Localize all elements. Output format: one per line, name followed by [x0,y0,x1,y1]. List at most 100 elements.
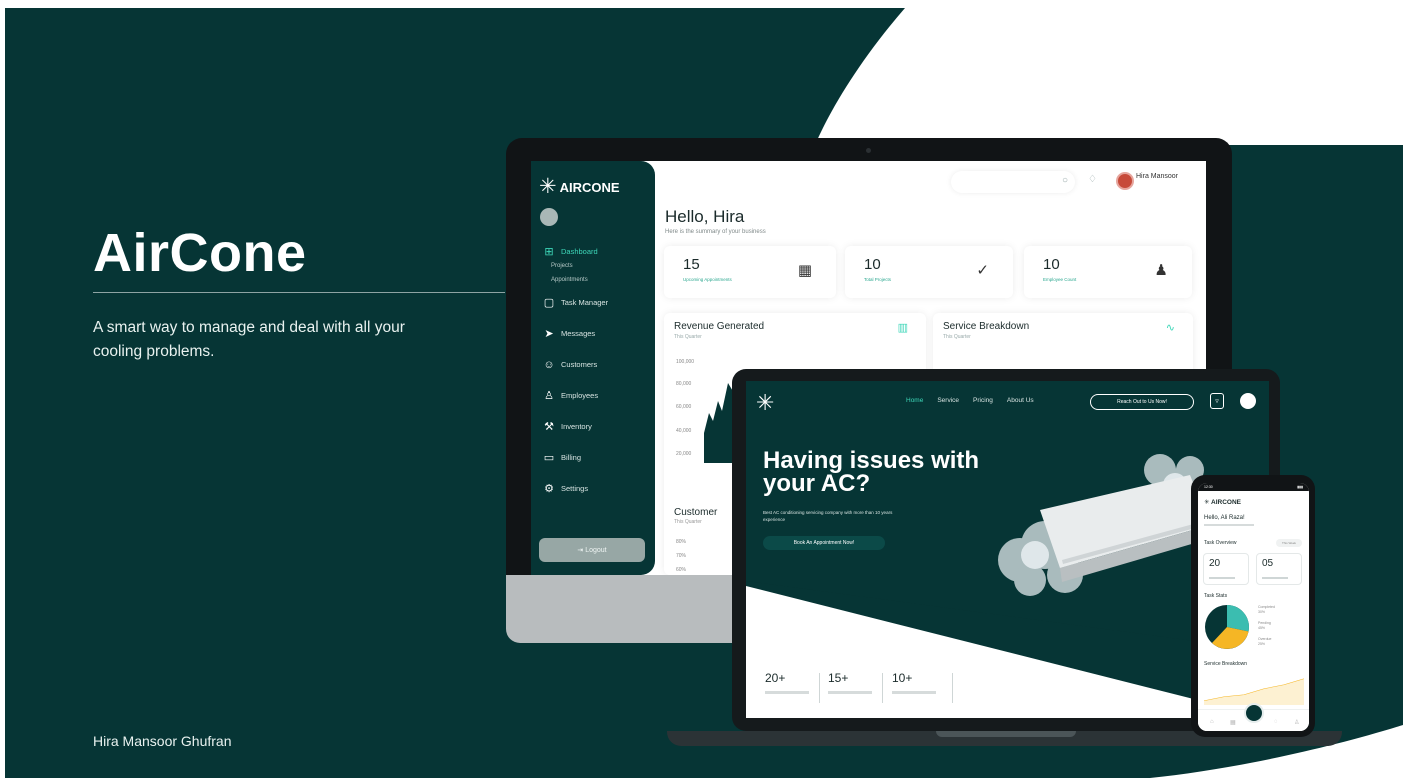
stat-label-bar [765,691,809,694]
search-input[interactable]: ○ [951,171,1075,193]
mobile-greeting-sub [1204,524,1254,526]
sidebar-item-customers[interactable]: ☺ Customers [543,349,649,380]
profile-icon[interactable] [1240,393,1256,409]
sidebar-item-label: Messages [561,329,596,338]
legend-value: 25% [1258,641,1266,646]
stat-label: Total Projects [864,277,892,282]
presentation-slide: AirCone A smart way to manage and deal w… [0,0,1407,782]
service-breakdown-title: Service Breakdown [1204,661,1248,667]
greeting-subtitle: Here is the summary of your business [665,229,766,235]
sidebar-item-settings[interactable]: ⚙ Settings [543,473,649,504]
snowflake-logo-icon: ✳ [539,175,557,198]
sidebar-nav: ⊞ Dashboard Projects Appointments ▢ Task… [543,243,649,504]
sidebar-item-messages[interactable]: ➤ Messages [543,318,649,349]
calendar-icon[interactable]: ▦ [1230,719,1236,726]
legend-value: 45% [1258,625,1266,630]
stat-card-projects[interactable]: 10 Total Projects ✓ [845,246,1013,298]
nav-service[interactable]: Service [937,397,959,404]
website-stat: 20+ [765,671,809,701]
cart-icon[interactable]: ▿ [1210,393,1224,409]
axis-label: 100,000 [676,359,695,365]
sidebar-item-inventory[interactable]: ⚒ Inventory [543,411,649,442]
revenue-subtitle: This Quarter [674,334,702,340]
stat-value: 15+ [828,671,849,685]
sidebar-item-billing[interactable]: ▭ Billing [543,442,649,473]
stat-divider [952,673,953,703]
stat-value: 10 [1043,256,1060,273]
stat-label-bar [892,691,936,694]
sidebar-subitem-projects[interactable]: Projects [543,259,649,273]
task-card[interactable]: 20 [1203,553,1249,585]
logout-label: Logout [585,546,607,554]
sidebar-item-label: Billing [561,453,582,462]
hero-divider [93,292,505,293]
hero-title: AirCone [93,223,307,283]
hero-subtitle: A smart way to manage and deal with all … [93,319,405,360]
nav-home[interactable]: Home [906,397,923,404]
signal-icon: ▮▮▮ [1297,485,1303,489]
website-nav: Home Service Pricing About Us [906,397,1034,404]
book-appointment-button[interactable]: Book An Appointment Now! [763,536,885,550]
bell-icon[interactable]: ♢ [1088,174,1097,185]
sidebar-item-label: Settings [561,484,589,493]
smile-icon: ☺ [543,358,555,371]
task-card-value: 20 [1209,558,1221,569]
customer-title: Customer [674,507,718,518]
logout-icon: ⇥ [577,547,586,554]
user-avatar[interactable] [1116,172,1134,190]
activity-icon: ∿ [1165,322,1175,334]
chat-icon[interactable]: ◌ [1274,719,1278,725]
sidebar-item-label: Customers [561,360,598,369]
check-circle-icon: ✓ [976,262,989,279]
stat-label: Upcoming Appointments [683,277,732,282]
sidebar-item-task-manager[interactable]: ▢ Task Manager [543,287,649,318]
legend-name: Completed [1258,605,1275,609]
axis-label: 60,000 [676,404,692,410]
stat-card-appointments[interactable]: 15 Upcoming Appointments ▦ [664,246,836,298]
nav-about[interactable]: About Us [1007,397,1034,404]
bar-chart-icon: ▥ [897,322,908,334]
legend-name: Overdue [1258,637,1272,641]
snowflake-logo-icon: ✳ [1204,499,1210,506]
dashboard-logo[interactable]: ✳ AIRCONE [539,175,620,198]
axis-label: 60% [676,567,687,573]
greeting-title: Hello, Hira [665,207,745,226]
stat-label-bar [828,691,872,694]
home-icon[interactable]: ⌂ [1210,719,1214,725]
user-icon[interactable]: ♙ [1294,719,1299,726]
task-card[interactable]: 05 [1256,553,1302,585]
search-icon: ○ [1061,175,1068,186]
axis-label: 40,000 [676,428,692,434]
stat-divider [819,673,820,703]
clipboard-icon: ▢ [543,297,555,309]
wrench-icon: ⚒ [544,421,554,433]
nav-pricing[interactable]: Pricing [973,397,993,404]
stat-value: 10 [864,256,881,273]
status-time: 12:30 [1204,485,1213,489]
sidebar-item-label: Task Manager [561,298,609,307]
sidebar-item-employees[interactable]: ♙ Employees [543,380,649,411]
grid-icon: ⊞ [544,245,554,258]
sidebar-subitem-appointments[interactable]: Appointments [543,273,649,287]
task-stats-pie [1205,605,1249,649]
user-check-icon: ♟ [1154,262,1168,279]
legend-item: Overdue 25% [1258,637,1271,646]
stat-card-employees[interactable]: 10 Employee Count ♟ [1024,246,1192,298]
sidebar-item-dashboard[interactable]: ⊞ Dashboard [543,243,649,259]
logout-button[interactable]: ⇥ Logout [539,538,645,562]
axis-label: 80,000 [676,381,692,387]
task-card-label-bar [1262,577,1288,579]
sidebar-item-label: Employees [561,391,599,400]
mobile-logo-text: AIRCONE [1211,499,1242,506]
task-card-label-bar [1209,577,1235,579]
revenue-title: Revenue Generated [674,321,765,332]
filter-dropdown[interactable]: This Week [1276,539,1302,547]
website-logo-icon[interactable]: ✳ [756,392,774,414]
customer-subtitle: This Quarter [674,519,702,525]
axis-label: 70% [676,553,687,559]
sidebar-avatar[interactable] [540,208,558,226]
home-fab-button[interactable] [1244,703,1264,723]
website-stat: 15+ [828,671,872,701]
reach-out-button[interactable]: Reach Out to Us Now! [1090,394,1194,410]
mobile-greeting: Hello, Ali Raza! [1204,515,1245,521]
